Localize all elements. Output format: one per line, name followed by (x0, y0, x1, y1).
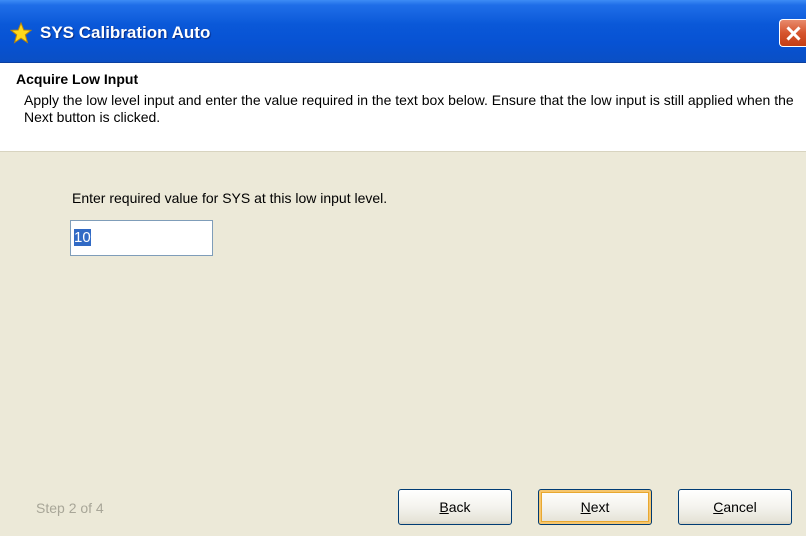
next-mnemonic: N (580, 499, 591, 515)
back-label: ack (448, 499, 471, 515)
cancel-label: ancel (723, 499, 757, 515)
step-description: Apply the low level input and enter the … (24, 92, 794, 125)
wizard-header: Acquire Low Input Apply the low level in… (0, 63, 806, 152)
next-label: ext (590, 499, 610, 515)
input-selected-text: 10 (74, 229, 91, 246)
window-title: SYS Calibration Auto (40, 23, 211, 42)
calibration-dialog: SYS Calibration Auto Acquire Low Input A… (0, 0, 806, 536)
value-prompt: Enter required value for SYS at this low… (72, 190, 388, 206)
value-input[interactable]: 10 (70, 220, 213, 256)
close-button[interactable] (779, 19, 806, 47)
step-title: Acquire Low Input (16, 71, 139, 87)
cancel-mnemonic: C (713, 499, 724, 515)
cancel-button[interactable]: Cancel (678, 489, 792, 525)
star-icon (10, 22, 32, 44)
step-indicator: Step 2 of 4 (36, 500, 104, 516)
next-button[interactable]: Next (538, 489, 652, 525)
back-button[interactable]: Back (398, 489, 512, 525)
title-bar[interactable]: SYS Calibration Auto (0, 0, 806, 63)
back-mnemonic: B (439, 499, 449, 515)
